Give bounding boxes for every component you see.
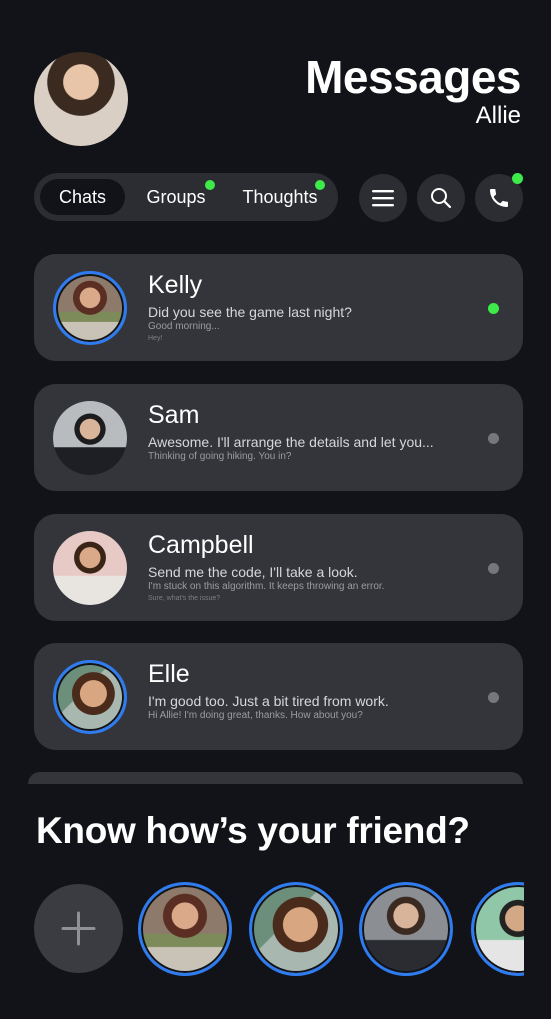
chat-preview-tertiary: Hey! bbox=[148, 335, 163, 342]
tab-chats-label: Chats bbox=[58, 187, 107, 207]
avatar bbox=[53, 531, 127, 605]
chat-name: Sam bbox=[148, 401, 200, 429]
menu-icon bbox=[372, 190, 394, 207]
friend-avatar[interactable] bbox=[471, 882, 524, 976]
offline-status-dot bbox=[488, 563, 499, 574]
tab-bar: Chats Groups Thoughts bbox=[34, 173, 338, 221]
friends-section-title: Know how’s your friend? bbox=[36, 810, 470, 851]
tab-thoughts-label: Thoughts bbox=[242, 187, 318, 207]
friend-avatar[interactable] bbox=[138, 882, 232, 976]
current-user-name: Allie bbox=[475, 102, 521, 129]
search-icon bbox=[431, 188, 452, 209]
chat-preview-tertiary: Sure, what's the issue? bbox=[148, 595, 221, 602]
chat-last-message: I'm good too. Just a bit tired from work… bbox=[148, 693, 389, 709]
offline-status-dot bbox=[488, 433, 499, 444]
profile-avatar[interactable] bbox=[34, 52, 128, 146]
avatar bbox=[53, 660, 127, 734]
chat-name: Kelly bbox=[148, 271, 203, 299]
tab-chats[interactable]: Chats bbox=[40, 179, 125, 215]
tab-groups-label: Groups bbox=[146, 187, 206, 207]
groups-indicator-dot bbox=[205, 180, 215, 190]
chat-name: Elle bbox=[148, 660, 190, 688]
friend-avatar[interactable] bbox=[249, 882, 343, 976]
chat-preview-secondary: I'm stuck on this algorithm. It keeps th… bbox=[148, 581, 385, 592]
chat-last-message: Did you see the game last night? bbox=[148, 304, 352, 320]
avatar bbox=[53, 271, 127, 345]
add-friend-button[interactable] bbox=[34, 884, 123, 973]
chat-item-partial[interactable] bbox=[28, 772, 523, 784]
chat-preview-secondary: Hi Allie! I'm doing great, thanks. How a… bbox=[148, 710, 363, 721]
chat-item-kelly[interactable]: Kelly Did you see the game last night? G… bbox=[34, 254, 523, 361]
chat-preview-secondary: Thinking of going hiking. You in? bbox=[148, 451, 292, 462]
chat-item-sam[interactable]: Sam Awesome. I'll arrange the details an… bbox=[34, 384, 523, 491]
menu-button[interactable] bbox=[359, 174, 407, 222]
chat-item-campbell[interactable]: Campbell Send me the code, I'll take a l… bbox=[34, 514, 523, 621]
chat-preview-secondary: Good morning... bbox=[148, 321, 220, 332]
messages-screen: Messages Allie Chats Groups Thoughts Kel… bbox=[0, 0, 551, 1019]
friend-avatar[interactable] bbox=[359, 882, 453, 976]
chat-name: Campbell bbox=[148, 531, 254, 559]
thoughts-indicator-dot bbox=[315, 180, 325, 190]
friends-list bbox=[134, 880, 524, 980]
chat-last-message: Awesome. I'll arrange the details and le… bbox=[148, 434, 434, 450]
call-indicator-dot bbox=[512, 173, 523, 184]
phone-icon bbox=[490, 189, 508, 207]
plus-icon bbox=[61, 911, 96, 946]
page-title: Messages bbox=[305, 51, 521, 103]
avatar bbox=[53, 401, 127, 475]
offline-status-dot bbox=[488, 692, 499, 703]
chat-item-elle[interactable]: Elle I'm good too. Just a bit tired from… bbox=[34, 643, 523, 750]
call-button[interactable] bbox=[475, 173, 523, 222]
search-button[interactable] bbox=[417, 174, 465, 222]
online-status-dot bbox=[488, 303, 499, 314]
chat-last-message: Send me the code, I'll take a look. bbox=[148, 564, 358, 580]
